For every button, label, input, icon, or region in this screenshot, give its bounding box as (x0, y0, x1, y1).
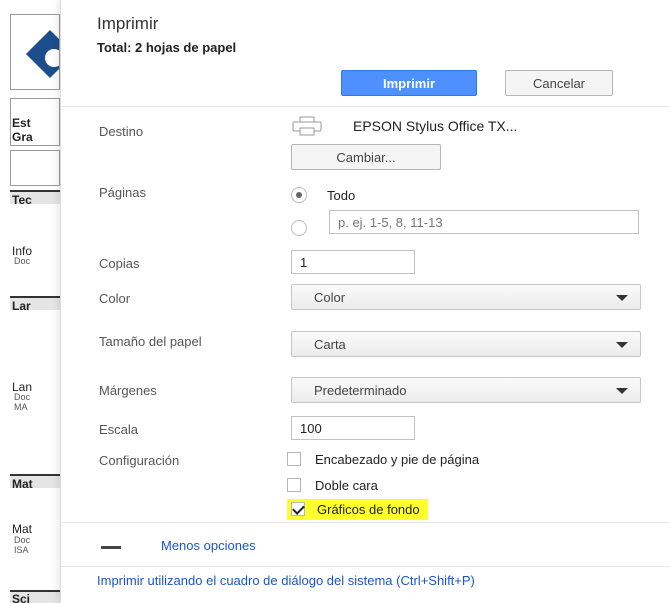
headers-footers-label: Encabezado y pie de página (315, 451, 480, 467)
two-sided-option[interactable]: Doble cara (287, 474, 378, 496)
printer-icon (292, 116, 322, 136)
margins-select-value: Predeterminado (314, 383, 407, 398)
background-document: Est Gra Tec Info Doc Lar Lan Doc MA Mat … (0, 0, 60, 603)
printer-name: EPSON Stylus Office TX... (353, 118, 518, 134)
pages-label: Páginas (99, 185, 146, 200)
less-options-link[interactable]: Menos opciones (161, 538, 256, 553)
paper-size-label: Tamaño del papel (99, 334, 202, 349)
minus-icon (101, 546, 121, 549)
pages-all-radio[interactable] (291, 187, 307, 203)
doc-text: Est (12, 116, 31, 130)
document-box (10, 150, 60, 186)
sheet-total: Total: 2 hojas de papel (97, 40, 237, 55)
margins-label: Márgenes (99, 383, 157, 398)
doc-text: ISA (14, 545, 29, 555)
scale-label: Escala (99, 422, 139, 437)
color-label: Color (99, 291, 131, 306)
pages-range-input[interactable] (329, 210, 639, 234)
pages-all-label: Todo (327, 188, 356, 203)
chevron-down-icon (616, 295, 628, 301)
color-select[interactable]: Color (291, 284, 641, 310)
two-sided-checkbox[interactable] (287, 478, 301, 492)
doc-text: Doc (14, 256, 31, 266)
paper-size-select[interactable]: Carta (291, 331, 641, 357)
document-logo (10, 14, 60, 90)
margins-select[interactable]: Predeterminado (291, 377, 641, 403)
chevron-down-icon (616, 342, 628, 348)
doc-text: Mat (12, 522, 33, 536)
color-select-value: Color (314, 290, 346, 305)
doc-text: Doc (14, 392, 31, 402)
background-graphics-option[interactable]: Gráficos de fondo (287, 498, 428, 520)
change-destination-button[interactable]: Cambiar... (291, 144, 441, 170)
paper-size-select-value: Carta (314, 337, 346, 352)
headers-footers-option[interactable]: Encabezado y pie de página (287, 448, 479, 470)
doc-text: Sci (12, 592, 31, 603)
headers-footers-checkbox[interactable] (287, 452, 301, 466)
copies-label: Copias (99, 256, 140, 271)
system-dialog-link[interactable]: Imprimir utilizando el cuadro de diálogo… (97, 574, 597, 588)
print-dialog: Imprimir Total: 2 hojas de papel Imprimi… (60, 0, 670, 603)
header-divider (61, 106, 670, 107)
settings-label: Configuración (99, 453, 180, 468)
background-graphics-label: Gráficos de fondo (317, 501, 420, 517)
doc-text: Tec (12, 193, 32, 207)
dialog-title: Imprimir (97, 14, 159, 33)
doc-text: Lar (12, 299, 31, 313)
cancel-button[interactable]: Cancelar (505, 70, 613, 96)
scale-input[interactable] (291, 416, 415, 440)
highlight-marker: Gráficos de fondo (287, 498, 428, 520)
background-graphics-checkbox[interactable] (291, 502, 305, 516)
print-button[interactable]: Imprimir (341, 70, 477, 96)
doc-text: Gra (12, 130, 33, 144)
doc-text: MA (14, 402, 28, 412)
chevron-down-icon (616, 388, 628, 394)
footer-divider (61, 566, 670, 567)
options-divider (61, 522, 670, 523)
two-sided-label: Doble cara (315, 477, 378, 493)
copies-input[interactable] (291, 250, 415, 274)
destination-label: Destino (99, 124, 144, 139)
pages-range-radio[interactable] (291, 220, 307, 236)
doc-text: Mat (12, 477, 33, 491)
doc-text: Doc (14, 535, 31, 545)
